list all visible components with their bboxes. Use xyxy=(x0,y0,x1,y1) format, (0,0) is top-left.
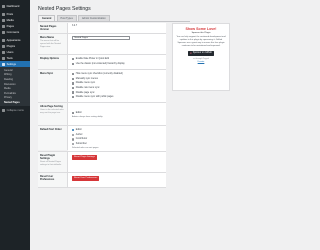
dashboard-icon xyxy=(2,4,5,8)
plugin-icon xyxy=(2,44,5,48)
reset-settings-desc: Reset all Nested Pages settings to their… xyxy=(40,161,62,167)
settings-icon xyxy=(2,62,5,66)
row-display-options: Display Options Enable Date Picker in Qu… xyxy=(38,55,166,70)
default-sort-help: Selected roles can sort pages. xyxy=(72,147,99,150)
users-icon xyxy=(2,50,5,54)
allow-sorting-help: Admins always have sorting ability. xyxy=(72,116,103,119)
checkbox-icon[interactable] xyxy=(72,112,75,115)
collapse-menu-button[interactable]: Collapse menu xyxy=(0,108,30,114)
row-reset-settings: Reset Plugin Settings Reset all Nested P… xyxy=(38,152,166,174)
allow-sorting-editor[interactable]: Editor xyxy=(72,111,162,116)
checkbox-icon[interactable] xyxy=(72,77,75,81)
pin-icon xyxy=(2,12,5,16)
radio-icon[interactable] xyxy=(72,133,75,137)
row-reset-prefs: Reset User Preferences Reset User Prefer… xyxy=(38,173,166,189)
version-value: 3.2.7 xyxy=(72,25,78,27)
row-menu-sync: Menu Sync Hide menu sync checkbox (curre… xyxy=(38,70,166,103)
checkbox-icon[interactable] xyxy=(72,73,75,76)
checkbox-icon[interactable] xyxy=(72,96,75,99)
radio-icon[interactable] xyxy=(72,142,75,146)
display-options-label: Display Options xyxy=(40,57,60,60)
radio-icon[interactable] xyxy=(72,129,75,132)
comment-icon xyxy=(2,30,5,34)
sponsor-body: You can help support the continued devel… xyxy=(176,35,226,47)
reset-settings-button[interactable]: Reset Plugin Settings xyxy=(72,155,97,160)
display-option-classic[interactable]: Use the classic (non-indented) hierarchy… xyxy=(72,62,162,67)
media-icon xyxy=(2,18,5,22)
page-icon xyxy=(2,24,5,28)
checkbox-icon[interactable] xyxy=(72,62,75,66)
menu-name-desc: The menu that will be synced with the Ne… xyxy=(40,40,61,48)
reset-prefs-label: Reset User Preferences xyxy=(40,175,55,182)
menu-name-input[interactable]: Nested Pages xyxy=(72,36,130,41)
allow-sorting-desc: Users in the selected roles may sort the… xyxy=(40,109,64,114)
sponsor-heading: Show Some Love! xyxy=(185,27,217,31)
row-version: Nested Pages Version 3.2.7 xyxy=(38,23,166,34)
menu-name-label: Menu Name xyxy=(40,36,55,39)
menu-sync-option-6[interactable]: Disable menu sync with public pages xyxy=(72,95,162,100)
sponsor-box: Show Some Love! Sponsor this Plugin You … xyxy=(172,23,230,91)
row-allow-sorting: Allow Page Sorting Users in the selected… xyxy=(38,103,166,126)
donate-link[interactable]: Donate xyxy=(176,61,226,63)
reset-prefs-button[interactable]: Reset User Preferences xyxy=(72,176,100,181)
settings-form: Nested Pages Version 3.2.7 Menu Name The… xyxy=(38,23,166,189)
collapse-icon xyxy=(2,109,5,113)
default-sort-subscriber[interactable]: Subscriber xyxy=(72,142,162,147)
checkbox-icon[interactable] xyxy=(72,86,75,90)
paypal-text: or through Paypal xyxy=(193,58,209,60)
row-menu-name: Menu Name The menu that will be synced w… xyxy=(38,34,166,55)
reset-settings-label: Reset Plugin Settings xyxy=(40,154,56,161)
wrench-icon xyxy=(2,56,5,60)
submenu-nested-pages[interactable]: Nested Pages xyxy=(0,100,30,105)
checkbox-icon[interactable] xyxy=(72,58,75,61)
default-sort-label: Default Sort Order xyxy=(40,128,62,131)
allow-sorting-label: Allow Page Sorting xyxy=(40,105,63,108)
settings-submenu: General Writing Reading Discussion Media… xyxy=(0,67,30,106)
menu-sync-label: Menu Sync xyxy=(40,72,54,75)
radio-icon[interactable] xyxy=(72,138,75,141)
version-label: Nested Pages Version xyxy=(40,25,57,31)
main-content: Nested Pages Settings General Post Types… xyxy=(30,0,250,250)
checkbox-icon[interactable] xyxy=(72,82,75,85)
checkbox-icon[interactable] xyxy=(72,91,75,94)
brush-icon xyxy=(2,38,5,42)
sponsor-subheading: Sponsor this Plugin xyxy=(191,31,211,34)
row-default-sort: Default Sort Order Editor Author Contrib… xyxy=(38,126,166,153)
admin-sidebar: Dashboard Posts Media Pages Comments App… xyxy=(0,0,30,250)
github-sponsor-button[interactable]: ♥ Sponsor on Github xyxy=(187,50,215,56)
page-title: Nested Pages Settings xyxy=(38,6,91,12)
heart-icon: ♥ xyxy=(190,51,192,55)
